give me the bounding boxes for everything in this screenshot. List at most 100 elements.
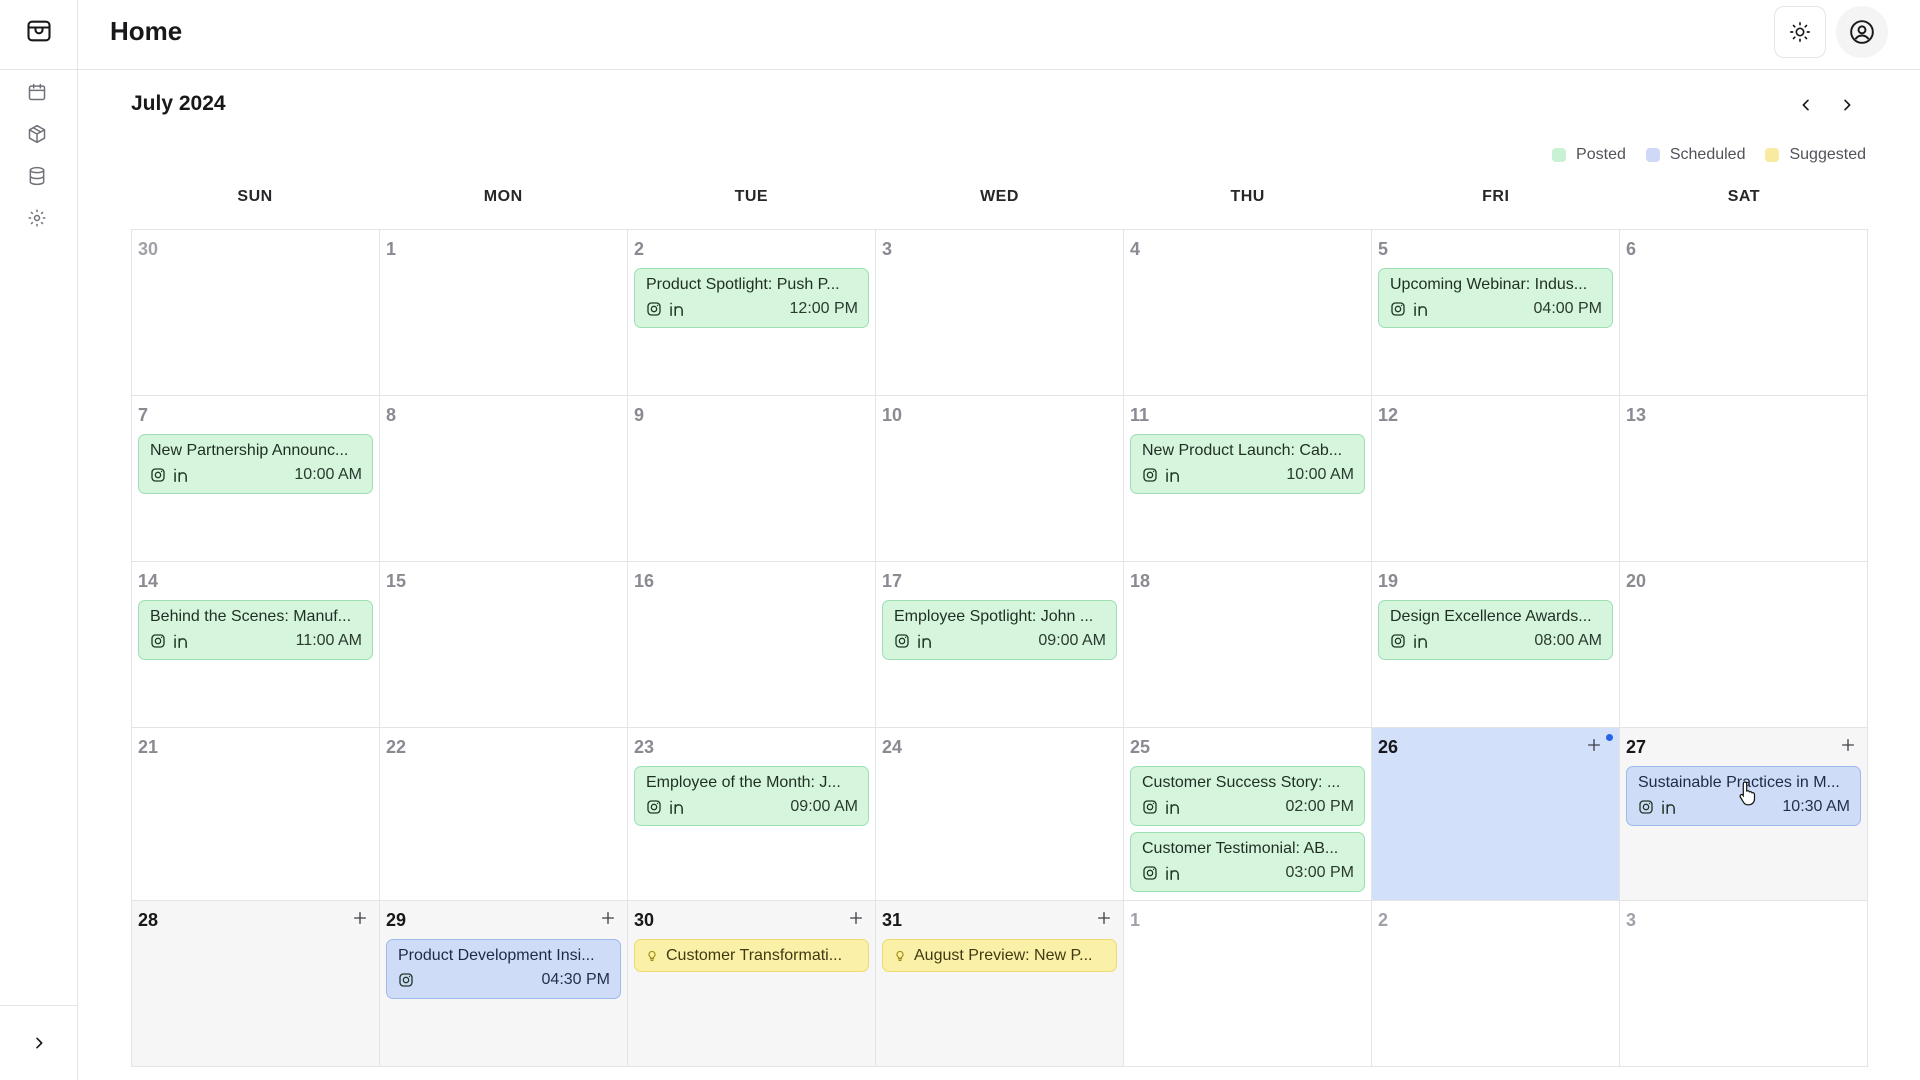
calendar-day-cell[interactable]: 10 — [876, 396, 1124, 562]
linkedin-icon — [669, 301, 687, 317]
day-number: 25 — [1130, 737, 1151, 757]
add-post-button[interactable] — [1583, 734, 1605, 756]
day-number: 1 — [1130, 910, 1141, 930]
calendar-day-cell[interactable]: 13 — [1620, 396, 1868, 562]
calendar-day-cell[interactable]: 24 — [876, 728, 1124, 901]
event-card-posted[interactable]: Behind the Scenes: Manuf... 11:00 AM — [138, 600, 373, 660]
weekday-fri: FRI — [1482, 188, 1510, 205]
platform-icons — [398, 972, 414, 988]
calendar-day-cell[interactable]: 17 Employee Spotlight: John ... 09:00 AM — [876, 562, 1124, 728]
event-card-posted[interactable]: Customer Testimonial: AB... 03:00 PM — [1130, 832, 1365, 892]
calendar-day-cell[interactable]: 23 Employee of the Month: J... 09:00 AM — [628, 728, 876, 901]
calendar-day-cell[interactable]: 5 Upcoming Webinar: Indus... 04:00 PM — [1372, 230, 1620, 396]
calendar-day-cell[interactable]: 27 Sustainable Practices in M... 10:30 AM — [1620, 728, 1868, 901]
event-card-scheduled[interactable]: Product Development Insi... 04:30 PM — [386, 939, 621, 999]
calendar-day-cell[interactable]: 29 Product Development Insi... 04:30 PM — [380, 901, 628, 1067]
calendar-day-cell[interactable]: 16 — [628, 562, 876, 728]
calendar-day-cell[interactable]: 12 — [1372, 396, 1620, 562]
event-card-posted[interactable]: Design Excellence Awards... 08:00 AM — [1378, 600, 1613, 660]
day-number: 3 — [1626, 910, 1637, 930]
next-month-button[interactable] — [1834, 92, 1860, 118]
platform-icons — [1390, 301, 1431, 317]
instagram-icon — [646, 301, 662, 317]
sidebar-item-products[interactable] — [24, 122, 50, 146]
event-title: Employee Spotlight: John ... — [894, 608, 1094, 625]
event-card-posted[interactable]: Upcoming Webinar: Indus... 04:00 PM — [1378, 268, 1613, 328]
legend-label: Scheduled — [1669, 146, 1746, 163]
calendar-day-cell[interactable]: 19 Design Excellence Awards... 08:00 AM — [1372, 562, 1620, 728]
event-card-posted[interactable]: Product Spotlight: Push P... 12:00 PM — [634, 268, 869, 328]
weekday-sun: SUN — [237, 188, 273, 205]
sidebar-item-settings[interactable] — [24, 206, 50, 230]
linkedin-icon — [1413, 301, 1431, 317]
platform-icons — [894, 633, 935, 649]
top-header: Home — [78, 0, 1920, 70]
lightbulb-icon — [894, 949, 906, 963]
store-icon[interactable] — [22, 14, 56, 48]
add-post-button[interactable] — [1093, 907, 1115, 929]
linkedin-icon — [173, 633, 191, 649]
calendar-day-cell[interactable]: 1 — [380, 230, 628, 396]
calendar-day-cell[interactable]: 6 — [1620, 230, 1868, 396]
event-card-posted[interactable]: New Partnership Announc... 10:00 AM — [138, 434, 373, 494]
weekday-thu: THU — [1230, 188, 1265, 205]
calendar-day-cell[interactable]: 2 Product Spotlight: Push P... 12:00 PM — [628, 230, 876, 396]
weekday-sat: SAT — [1727, 188, 1761, 205]
calendar-day-cell[interactable]: 31 August Preview: New P... — [876, 901, 1124, 1067]
day-number: 30 — [634, 910, 655, 930]
event-card-posted[interactable]: Customer Success Story: ... 02:00 PM — [1130, 766, 1365, 826]
calendar-day-cell[interactable]: 25 Customer Success Story: ... 02:00 PM Cus… — [1124, 728, 1372, 901]
event-card-suggested[interactable]: Customer Transformati... — [634, 939, 869, 972]
calendar-day-cell[interactable]: 28 — [132, 901, 380, 1067]
event-card-posted[interactable]: Employee of the Month: J... 09:00 AM — [634, 766, 869, 826]
event-card-suggested[interactable]: August Preview: New P... — [882, 939, 1117, 972]
sidebar-item-database[interactable] — [24, 164, 50, 188]
calendar-day-cell[interactable]: 4 — [1124, 230, 1372, 396]
chevron-right-icon — [31, 1035, 47, 1051]
event-meta: 02:00 PM — [1142, 798, 1354, 816]
weekday-wed: WED — [980, 188, 1019, 205]
day-events: Customer Success Story: ... 02:00 PM Custo… — [1130, 766, 1365, 892]
calendar-day-cell[interactable]: 15 — [380, 562, 628, 728]
add-post-button[interactable] — [845, 907, 867, 929]
day-events: Employee of the Month: J... 09:00 AM — [634, 766, 869, 826]
calendar-day-cell[interactable]: 30 — [132, 230, 380, 396]
user-menu-button[interactable] — [1836, 6, 1888, 58]
event-card-posted[interactable]: Employee Spotlight: John ... 09:00 AM — [882, 600, 1117, 660]
calendar-day-cell[interactable]: 26 — [1372, 728, 1620, 901]
calendar-day-cell[interactable]: 3 — [876, 230, 1124, 396]
platform-icons — [1142, 467, 1183, 483]
event-time: 10:00 AM — [1286, 466, 1354, 483]
calendar-day-cell[interactable]: 8 — [380, 396, 628, 562]
calendar-day-cell[interactable]: 7 New Partnership Announc... 10:00 AM — [132, 396, 380, 562]
instagram-icon — [894, 633, 910, 649]
calendar-day-cell[interactable]: 9 — [628, 396, 876, 562]
day-number: 17 — [882, 571, 903, 591]
calendar-day-cell[interactable]: 14 Behind the Scenes: Manuf... 11:00 AM — [132, 562, 380, 728]
add-post-button[interactable] — [349, 907, 371, 929]
calendar-day-cell[interactable]: 21 — [132, 728, 380, 901]
sidebar-item-calendar[interactable] — [24, 80, 50, 104]
add-post-button[interactable] — [1837, 734, 1859, 756]
theme-toggle-button[interactable] — [1774, 6, 1826, 58]
event-card-posted[interactable]: New Product Launch: Cab... 10:00 AM — [1130, 434, 1365, 494]
calendar-day-cell[interactable]: 18 — [1124, 562, 1372, 728]
day-number: 28 — [138, 910, 159, 930]
sidebar-expand-button[interactable] — [0, 1005, 78, 1080]
calendar-day-cell[interactable]: 2 — [1372, 901, 1620, 1067]
calendar-day-cell[interactable]: 11 New Product Launch: Cab... 10:00 AM — [1124, 396, 1372, 562]
day-number: 1 — [386, 239, 397, 259]
linkedin-icon — [1661, 799, 1679, 815]
calendar-day-cell[interactable]: 20 — [1620, 562, 1868, 728]
platform-icons — [1142, 799, 1183, 815]
calendar-day-cell[interactable]: 30 Customer Transformati... — [628, 901, 876, 1067]
event-title: Upcoming Webinar: Indus... — [1390, 276, 1588, 293]
day-number: 5 — [1378, 239, 1389, 259]
calendar-day-cell[interactable]: 3 — [1620, 901, 1868, 1067]
previous-month-button[interactable] — [1793, 92, 1819, 118]
calendar-day-cell[interactable]: 1 — [1124, 901, 1372, 1067]
calendar-day-cell[interactable]: 22 — [380, 728, 628, 901]
add-post-button[interactable] — [597, 907, 619, 929]
user-circle-icon — [1849, 19, 1875, 45]
event-meta: 08:00 AM — [1390, 632, 1602, 650]
